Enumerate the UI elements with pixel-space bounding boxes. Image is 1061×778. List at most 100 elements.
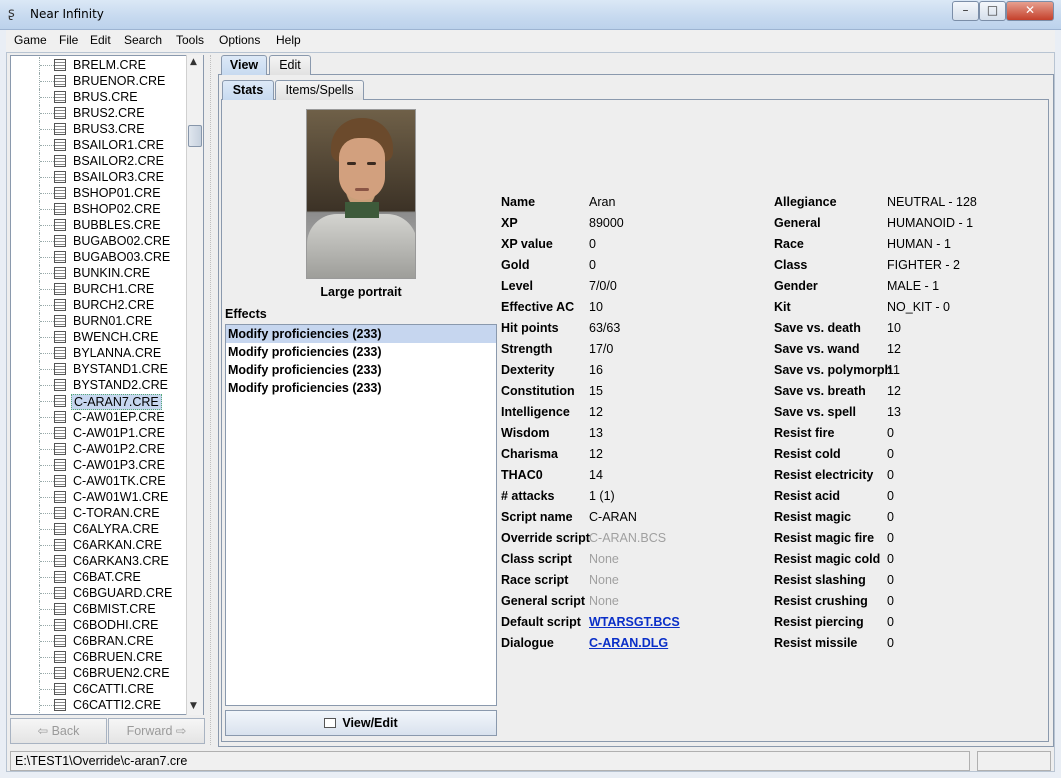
effect-item[interactable]: Modify proficiencies (233) [226, 361, 496, 379]
tree-item[interactable]: BSHOP01.CRE [11, 185, 187, 201]
back-button[interactable]: ⇦ Back [10, 718, 107, 744]
tree-item[interactable]: BUGABO02.CRE [11, 233, 187, 249]
menu-game[interactable]: Game [14, 33, 47, 47]
tree-item[interactable]: BURCH2.CRE [11, 297, 187, 313]
stat-value: 0 [887, 510, 894, 524]
tree-item[interactable]: C6BRUEN2.CRE [11, 665, 187, 681]
menu-options[interactable]: Options [219, 33, 260, 47]
file-icon [54, 187, 66, 199]
scroll-down-icon[interactable]: ▼ [190, 701, 197, 711]
stat-label: Dexterity [501, 363, 555, 377]
effect-item[interactable]: Modify proficiencies (233) [226, 343, 496, 361]
stat-label: Name [501, 195, 536, 209]
tab-stats[interactable]: Stats [222, 80, 274, 100]
tree-item[interactable]: C6BRUEN.CRE [11, 649, 187, 665]
tree-item[interactable]: C6BGUARD.CRE [11, 585, 187, 601]
tree-item[interactable]: BSAILOR3.CRE [11, 169, 187, 185]
tree-item[interactable]: BYLANNA.CRE [11, 345, 187, 361]
minimize-button[interactable]: – [952, 1, 979, 21]
tree-item[interactable]: C-AW01EP.CRE [11, 409, 187, 425]
tab-items-spells[interactable]: Items/Spells [275, 80, 364, 100]
tree-item[interactable]: BWENCH.CRE [11, 329, 187, 345]
effect-item[interactable]: Modify proficiencies (233) [226, 325, 496, 343]
stat-label: THAC0 [501, 468, 543, 482]
stat-link[interactable]: C-ARAN.DLG [589, 636, 668, 650]
tree-item[interactable]: BURN01.CRE [11, 313, 187, 329]
tree-item-label: C-AW01EP.CRE [73, 410, 165, 424]
tree-item[interactable]: C-TORAN.CRE [11, 505, 187, 521]
scroll-thumb[interactable] [188, 125, 202, 147]
tree-item[interactable]: BSAILOR1.CRE [11, 137, 187, 153]
menu-edit[interactable]: Edit [90, 33, 111, 47]
stat-value: C-ARAN [589, 510, 637, 524]
resource-tree[interactable]: BRELM.CRE BRUENOR.CRE BRUS.CRE BRUS2.CRE BRU… [10, 55, 204, 715]
file-icon [54, 443, 66, 455]
tree-item[interactable]: C-AW01TK.CRE [11, 473, 187, 489]
tree-item[interactable]: C-AW01P3.CRE [11, 457, 187, 473]
tree-item[interactable]: BRUENOR.CRE [11, 73, 187, 89]
tree-item[interactable]: C-ARAN7.CRE [11, 393, 187, 410]
menu-bar: Game File Edit Search Tools Options Help [6, 30, 1055, 52]
tree-item-label: BRUENOR.CRE [73, 74, 166, 88]
split-pane-divider[interactable] [210, 55, 214, 745]
tree-item[interactable]: BUNKIN.CRE [11, 265, 187, 281]
file-icon [54, 283, 66, 295]
portrait-caption: Large portrait [320, 285, 402, 299]
tab-edit[interactable]: Edit [269, 55, 311, 75]
tree-item[interactable]: BURCH1.CRE [11, 281, 187, 297]
file-icon [54, 251, 66, 263]
tab-view[interactable]: View [221, 55, 267, 75]
tree-item-label: C6BRAN.CRE [73, 634, 154, 648]
tree-item[interactable]: BRUS.CRE [11, 89, 187, 105]
tree-scrollbar[interactable]: ▲ ▼ [186, 55, 203, 715]
tree-item[interactable]: C-AW01P2.CRE [11, 441, 187, 457]
tree-item[interactable]: C6BODHI.CRE [11, 617, 187, 633]
scroll-up-icon[interactable]: ▲ [190, 57, 197, 67]
file-icon [54, 411, 66, 423]
menu-tools[interactable]: Tools [176, 33, 204, 47]
tree-item[interactable]: C6BMIST.CRE [11, 601, 187, 617]
tree-item-label: C-AW01P1.CRE [73, 426, 165, 440]
tree-item[interactable]: C6ARKAN3.CRE [11, 553, 187, 569]
stat-label: Kit [774, 300, 791, 314]
stat-label: Save vs. death [774, 321, 861, 335]
close-button[interactable]: ✕ [1006, 1, 1054, 21]
tree-item[interactable]: C6ARKAN.CRE [11, 537, 187, 553]
tree-item[interactable]: BSHOP02.CRE [11, 201, 187, 217]
file-icon [54, 635, 66, 647]
tree-item[interactable]: C6BAT.CRE [11, 569, 187, 585]
tree-item[interactable]: BYSTAND1.CRE [11, 361, 187, 377]
tree-item-label: C6BRUEN2.CRE [73, 666, 170, 680]
tree-item[interactable]: C-AW01P1.CRE [11, 425, 187, 441]
file-icon [54, 507, 66, 519]
tree-item[interactable]: BUGABO03.CRE [11, 249, 187, 265]
stat-label: General script [501, 594, 586, 608]
menu-file[interactable]: File [59, 33, 78, 47]
tree-item[interactable]: BYSTAND2.CRE [11, 377, 187, 393]
menu-help[interactable]: Help [276, 33, 301, 47]
view-edit-button[interactable]: View/Edit [225, 710, 497, 736]
file-icon [54, 555, 66, 567]
effects-list[interactable]: Modify proficiencies (233) Modify profic… [225, 324, 497, 706]
tree-item[interactable]: BRELM.CRE [11, 57, 187, 73]
stat-value: 12 [589, 405, 603, 419]
tree-item[interactable]: C6CATTI.CRE [11, 681, 187, 697]
stat-value: NO_KIT - 0 [887, 300, 950, 314]
tree-item-label: C6CATTI.CRE [73, 682, 155, 696]
edit-icon [324, 718, 337, 728]
tree-item[interactable]: BRUS2.CRE [11, 105, 187, 121]
maximize-button[interactable]: □ [979, 1, 1006, 21]
stat-value: MALE - 1 [887, 279, 940, 293]
tree-item[interactable]: C6CATTI2.CRE [11, 697, 187, 713]
effect-item[interactable]: Modify proficiencies (233) [226, 379, 496, 397]
tree-item[interactable]: BSAILOR2.CRE [11, 153, 187, 169]
menu-search[interactable]: Search [124, 33, 162, 47]
stat-link[interactable]: WTARSGT.BCS [589, 615, 680, 629]
stat-value: 11 [887, 363, 900, 377]
tree-item[interactable]: C-AW01W1.CRE [11, 489, 187, 505]
forward-button[interactable]: Forward ⇨ [108, 718, 205, 744]
tree-item[interactable]: C6ALYRA.CRE [11, 521, 187, 537]
tree-item[interactable]: BRUS3.CRE [11, 121, 187, 137]
tree-item[interactable]: C6BRAN.CRE [11, 633, 187, 649]
tree-item[interactable]: BUBBLES.CRE [11, 217, 187, 233]
